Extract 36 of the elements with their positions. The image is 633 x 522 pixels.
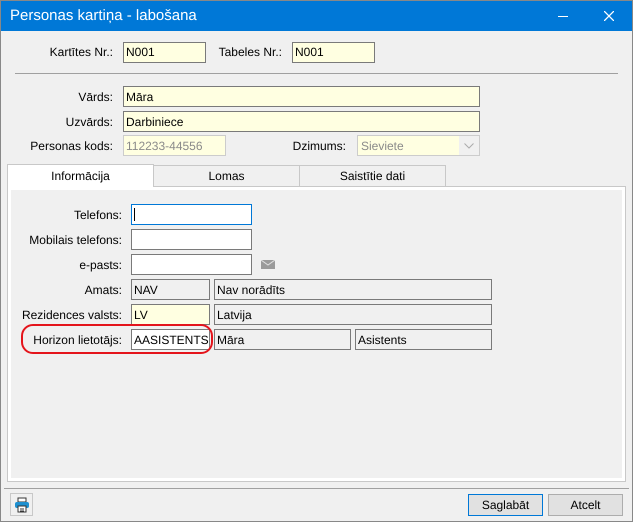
print-button[interactable] <box>10 493 33 516</box>
field-label: Personas kods: <box>29 138 113 154</box>
field-label: Mobilais telefons: <box>28 232 122 248</box>
text-field[interactable]: Nav norādīts <box>214 279 492 300</box>
field-label: Dzimums: <box>292 138 346 154</box>
text-field[interactable]: NAV <box>131 279 210 300</box>
dialog-button[interactable]: Atcelt <box>548 494 623 516</box>
text-field[interactable]: Darbiniece <box>123 111 480 132</box>
text-field[interactable]: AASISTENTS <box>131 329 210 350</box>
dropdown-value: Sieviete <box>358 136 459 155</box>
text-field[interactable]: Māra <box>214 329 351 350</box>
text-field[interactable] <box>131 204 252 225</box>
field-label: Horizon lietotājs: <box>32 332 122 348</box>
chevron-down-icon <box>464 142 474 148</box>
text-field[interactable]: LV <box>131 304 210 325</box>
field-label: Vārds: <box>77 88 113 106</box>
field-label: Kartītes Nr.: <box>48 44 113 61</box>
text-field[interactable] <box>131 254 252 275</box>
text-field[interactable] <box>131 229 252 250</box>
text-field[interactable]: Latvija <box>214 304 492 325</box>
tab[interactable]: Informācija <box>7 164 154 187</box>
printer-icon <box>14 496 30 512</box>
tab[interactable]: Saistītie dati <box>299 165 446 186</box>
text-field[interactable]: N001 <box>292 42 375 62</box>
dialog-button[interactable]: Saglabāt <box>468 494 543 516</box>
close-icon <box>604 11 614 21</box>
field-label: Uzvārds: <box>64 114 113 130</box>
field-label: Telefons: <box>72 206 122 224</box>
window-title: Personas kartiņa - labošana <box>10 6 198 26</box>
field-label: Rezidences valsts: <box>20 306 122 324</box>
field-label: Amats: <box>84 282 122 298</box>
text-field[interactable]: N001 <box>123 42 206 62</box>
field-label: e-pasts: <box>78 256 122 274</box>
field-label: Tabeles Nr.: <box>218 44 282 61</box>
text-field[interactable]: Māra <box>123 86 480 107</box>
text-field[interactable]: Asistents <box>355 329 492 350</box>
